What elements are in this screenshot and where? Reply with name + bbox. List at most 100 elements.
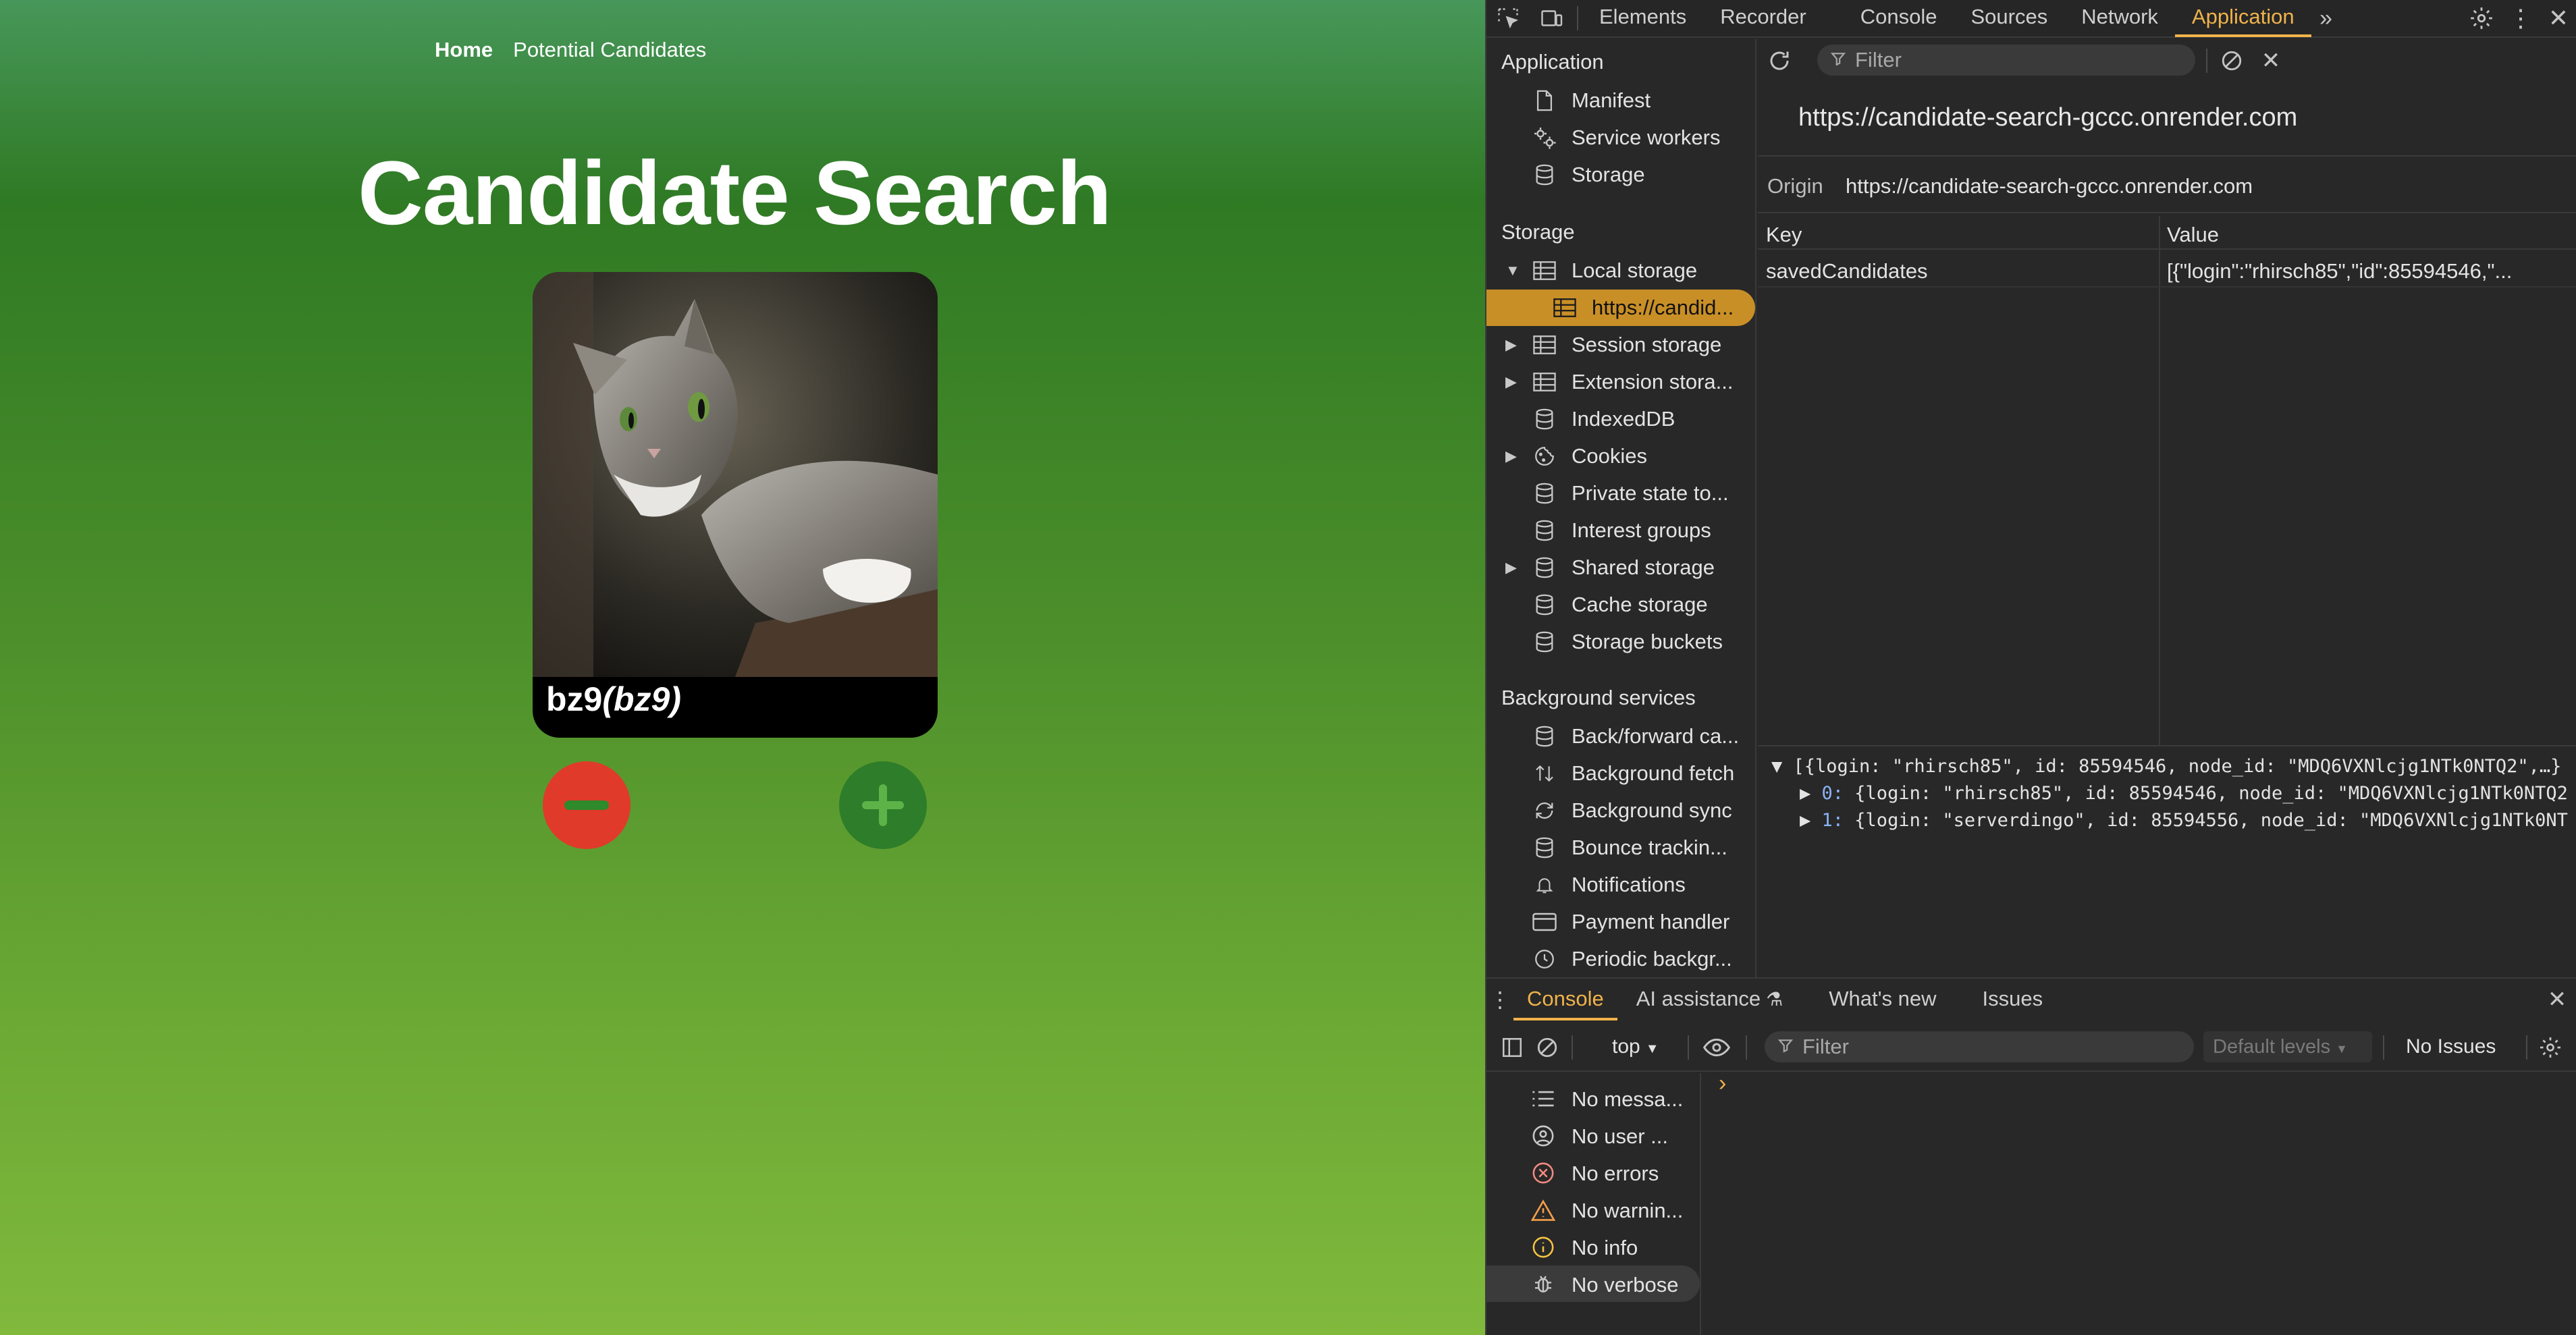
tab-network[interactable]: Network bbox=[2064, 0, 2175, 37]
sidebar-item-indexeddb[interactable]: IndexedDB bbox=[1486, 401, 1755, 437]
sidebar-item-interest-groups[interactable]: Interest groups bbox=[1486, 512, 1755, 549]
preview-item-0[interactable]: ▶ 0: {login: "rhirsch85", id: 85594546, … bbox=[1800, 783, 2568, 804]
warning-icon bbox=[1530, 1197, 1557, 1224]
close-devtools-icon[interactable]: ✕ bbox=[2540, 0, 2576, 37]
sidebar-item-bounce-tracking[interactable]: Bounce trackin... bbox=[1486, 829, 1755, 866]
sidebar-item-cache-storage[interactable]: Cache storage bbox=[1486, 587, 1755, 623]
sidebar-item-local-storage-origin[interactable]: https://candid... bbox=[1486, 290, 1755, 326]
console-output[interactable]: › bbox=[1702, 1070, 2576, 1335]
tab-console[interactable]: Console bbox=[1823, 0, 1954, 37]
table-icon bbox=[1551, 294, 1578, 321]
reject-candidate-button[interactable] bbox=[543, 761, 630, 849]
preview-root[interactable]: ▼ [{login: "rhirsch85", id: 85594546, no… bbox=[1771, 756, 2561, 777]
sidebar-item-label: Storage buckets bbox=[1572, 630, 1723, 653]
column-header-value[interactable]: Value bbox=[2167, 223, 2219, 247]
expanded-arrow-icon[interactable]: ▼ bbox=[1505, 262, 1520, 279]
drawer-tab-whats-new[interactable]: What's new bbox=[1802, 979, 1955, 1020]
expanded-arrow-icon[interactable]: ▼ bbox=[1771, 756, 1794, 777]
console-filter-messages[interactable]: No messa... bbox=[1486, 1080, 1700, 1116]
sidebar-heading-application: Application bbox=[1501, 50, 1604, 74]
clear-console-icon[interactable] bbox=[1534, 1034, 1561, 1061]
database-icon bbox=[1531, 628, 1558, 655]
live-expression-eye-icon[interactable] bbox=[1700, 1034, 1734, 1061]
console-filter-warnings[interactable]: No warnin... bbox=[1486, 1191, 1700, 1228]
tab-sources[interactable]: Sources bbox=[1954, 0, 2064, 37]
context-selector-label: top bbox=[1612, 1035, 1640, 1058]
sidebar-item-payment-handler[interactable]: Payment handler bbox=[1486, 904, 1755, 940]
storage-filter-input[interactable]: Filter bbox=[1817, 45, 2195, 76]
nav-home-link[interactable]: Home bbox=[435, 38, 493, 62]
tab-elements[interactable]: Elements bbox=[1582, 0, 1703, 37]
issues-counter[interactable]: No Issues bbox=[2406, 1035, 2496, 1058]
sidebar-item-label: https://candid... bbox=[1592, 296, 1734, 319]
sidebar-item-service-workers[interactable]: Service workers bbox=[1486, 119, 1755, 156]
console-filter-info[interactable]: No info bbox=[1486, 1228, 1700, 1265]
drawer-tab-issues[interactable]: Issues bbox=[1956, 979, 2062, 1020]
column-header-key[interactable]: Key bbox=[1766, 223, 1802, 247]
collapsed-arrow-icon[interactable]: ▶ bbox=[1505, 447, 1517, 465]
drawer-tab-ai-assistance[interactable]: AI assistance ⚗ bbox=[1617, 979, 1802, 1020]
collapsed-arrow-icon[interactable]: ▶ bbox=[1800, 783, 1822, 804]
collapsed-arrow-icon[interactable]: ▶ bbox=[1505, 373, 1517, 391]
nav-potential-candidates-link[interactable]: Potential Candidates bbox=[513, 38, 706, 62]
sidebar-item-storage-buckets[interactable]: Storage buckets bbox=[1486, 624, 1755, 660]
collapsed-arrow-icon[interactable]: ▶ bbox=[1800, 810, 1822, 831]
list-icon bbox=[1530, 1085, 1557, 1112]
close-drawer-icon[interactable]: ✕ bbox=[2537, 979, 2576, 1020]
preview-item-1[interactable]: ▶ 1: {login: "serverdingo", id: 85594556… bbox=[1800, 810, 2568, 831]
device-toolbar-icon[interactable] bbox=[1530, 0, 1573, 37]
refresh-icon[interactable] bbox=[1765, 46, 1794, 76]
collapsed-arrow-icon[interactable]: ▶ bbox=[1505, 559, 1517, 576]
tab-recorder[interactable]: Recorder bbox=[1703, 0, 1823, 37]
sidebar-item-label: Extension stora... bbox=[1572, 370, 1734, 393]
sidebar-item-storage[interactable]: Storage bbox=[1486, 157, 1755, 193]
sidebar-item-background-sync[interactable]: Background sync bbox=[1486, 792, 1755, 829]
delete-selected-icon[interactable]: ✕ bbox=[2257, 47, 2284, 74]
sidebar-item-label: Session storage bbox=[1572, 333, 1722, 356]
default-levels-dropdown[interactable]: Default levels ▼ bbox=[2203, 1031, 2372, 1062]
sidebar-item-bfcache[interactable]: Back/forward ca... bbox=[1486, 718, 1755, 755]
devtools-tabbar: Elements Recorder Console Sources Networ… bbox=[1486, 0, 2576, 38]
context-selector[interactable]: top ▼ bbox=[1612, 1035, 1659, 1058]
collapsed-arrow-icon[interactable]: ▶ bbox=[1505, 336, 1517, 354]
clear-all-icon[interactable] bbox=[2218, 47, 2245, 74]
sync-icon bbox=[1531, 797, 1558, 824]
drawer-tab-console[interactable]: Console bbox=[1513, 979, 1617, 1020]
console-filter-verbose[interactable]: No verbose bbox=[1486, 1265, 1700, 1302]
sidebar-item-label: Periodic backgr... bbox=[1572, 947, 1732, 971]
levels-label: Default levels bbox=[2213, 1036, 2331, 1058]
sidebar-item-background-fetch[interactable]: Background fetch bbox=[1486, 755, 1755, 792]
origin-label: Origin bbox=[1767, 174, 1823, 198]
console-settings-gear-icon[interactable] bbox=[2537, 1034, 2564, 1061]
sidebar-item-label: Private state to... bbox=[1572, 481, 1729, 505]
more-tabs-icon[interactable]: » bbox=[2311, 0, 2341, 37]
drawer-menu-icon[interactable]: ⋮ bbox=[1486, 979, 1513, 1020]
sidebar-item-local-storage[interactable]: ▼ Local storage bbox=[1486, 252, 1755, 289]
settings-gear-icon[interactable] bbox=[2461, 0, 2502, 37]
sidebar-item-extension-storage[interactable]: ▶ Extension stora... bbox=[1486, 364, 1755, 400]
page-title: Candidate Search bbox=[358, 143, 1112, 244]
table-row[interactable]: savedCandidates [{"login":"rhirsch85","i… bbox=[1758, 251, 2576, 288]
console-toolbar: top ▼ Filter Default levels ▼ No Issues bbox=[1486, 1022, 2576, 1072]
inspect-element-icon[interactable] bbox=[1486, 0, 1530, 37]
table-icon bbox=[1531, 331, 1558, 358]
key-value-table: Key Value savedCandidates [{"login":"rhi… bbox=[1758, 216, 2576, 746]
more-options-icon[interactable]: ⋮ bbox=[2502, 0, 2540, 37]
row-key: savedCandidates bbox=[1766, 259, 1928, 283]
dropdown-arrow-icon: ▼ bbox=[1645, 1041, 1659, 1056]
console-filter-input[interactable]: Filter bbox=[1765, 1031, 2194, 1062]
sidebar-item-manifest[interactable]: Manifest bbox=[1486, 82, 1755, 119]
sidebar-item-cookies[interactable]: ▶ Cookies bbox=[1486, 438, 1755, 474]
sidebar-item-shared-storage[interactable]: ▶ Shared storage bbox=[1486, 549, 1755, 586]
drawer-tabbar: ⋮ Console AI assistance ⚗ What's new Issu… bbox=[1486, 977, 2576, 1020]
sidebar-item-notifications[interactable]: Notifications bbox=[1486, 867, 1755, 903]
save-candidate-button[interactable] bbox=[839, 761, 927, 849]
sidebar-item-private-state-tokens[interactable]: Private state to... bbox=[1486, 475, 1755, 512]
console-filter-user-messages[interactable]: No user ... bbox=[1486, 1117, 1700, 1153]
console-filter-errors[interactable]: No errors bbox=[1486, 1154, 1700, 1191]
tab-application[interactable]: Application bbox=[2174, 0, 2311, 37]
sidebar-item-session-storage[interactable]: ▶ Session storage bbox=[1486, 327, 1755, 363]
database-icon bbox=[1531, 517, 1558, 544]
sidebar-toggle-icon[interactable] bbox=[1499, 1034, 1526, 1061]
sidebar-item-periodic-background-sync[interactable]: Periodic backgr... bbox=[1486, 941, 1755, 977]
